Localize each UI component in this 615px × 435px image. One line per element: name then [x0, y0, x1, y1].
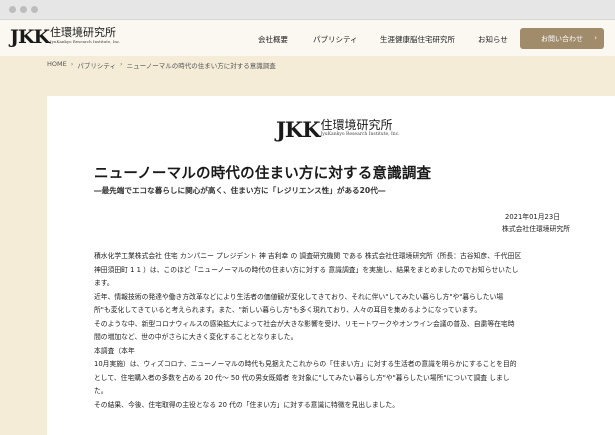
nav-company[interactable]: 会社概要 [258, 34, 288, 45]
browser-window: JKK 住環境研究所 JyuKankyo Research Institute,… [0, 0, 615, 435]
window-close-dot[interactable] [9, 6, 16, 13]
article-logo-company-name: 住環境研究所 [320, 118, 393, 132]
logo-mark: JKK [10, 26, 50, 48]
article-logo: JKK 住環境研究所 JyuKankyo Research Institute,… [276, 118, 400, 142]
nav-brain-health-lab[interactable]: 生涯健康脳住宅研究所 [380, 34, 455, 45]
body-line: た。 [94, 387, 108, 395]
body-line: 所"も変化してきていると考えられます。また、"新しい暮らし方"も多く現れており、… [94, 306, 482, 314]
chevron-right-icon: › [594, 34, 597, 42]
article-logo-mark: JKK [276, 117, 320, 142]
breadcrumb-current: ニューノーマルの時代の住まい方に対する意識調査 [126, 62, 276, 70]
article-date: 2021年01月23日 [505, 213, 560, 221]
body-line: 本調査（本年 [94, 346, 135, 355]
chevron-right-icon: › [70, 60, 74, 68]
body-line: として、住宅購入者の多数を占める 20 代～ 50 代の男女既婚者 を対象に"し… [94, 373, 510, 382]
breadcrumb: HOME › パブリシティ › ニューノーマルの時代の住まい方に対する意識調査 [47, 60, 276, 70]
logo-company-name: 住環境研究所 [50, 26, 117, 39]
breadcrumb-publicity[interactable]: パブリシティ [77, 60, 116, 70]
contact-button[interactable]: お問い合わせ › [520, 28, 604, 49]
body-line: 神田須田町 1 1 ）は、このほど「ニューノーマルの時代の住まい方に対する 意識… [94, 265, 519, 274]
article-card: JKK 住環境研究所 JyuKankyo Research Institute,… [47, 96, 615, 435]
article-organization: 株式会社住環境研究所 [502, 225, 570, 233]
article-body: 積水化学工業株式会社 住宅 カンパニー プレジデント 神 吉利幸 の 調査研究機… [94, 250, 584, 412]
nav-publicity[interactable]: パブリシティ [313, 34, 358, 45]
chevron-right-icon: › [119, 60, 123, 68]
body-line: 間の増加など、世の中がさらに大きく変化することとなりました。 [94, 333, 298, 341]
window-minimize-dot[interactable] [20, 6, 27, 13]
body-line: その結果、今後、住宅取得の主役となる 20 代の「住まい方」に対する意識に特徴を… [94, 400, 400, 409]
article-title: ニューノーマルの時代の住まい方に対する意識調査 [94, 166, 432, 182]
article-subtitle: ―最先端でエコな暮らしに関心が高く、住まい方に「レジリエンス性」がある20代― [94, 186, 386, 195]
contact-button-label: お問い合わせ [541, 34, 583, 43]
logo-english-name: JyuKankyo Research Institute, Inc. [50, 39, 121, 44]
nav-news[interactable]: お知らせ [478, 34, 508, 45]
site-header: JKK 住環境研究所 JyuKankyo Research Institute,… [0, 20, 615, 56]
body-line: そのような中、新型コロナウィルスの感染拡大によって社会が大きな影響を受け、リモー… [94, 319, 515, 328]
site-logo[interactable]: JKK 住環境研究所 JyuKankyo Research Institute,… [10, 26, 120, 48]
body-line: ます。 [94, 279, 114, 287]
window-maximize-dot[interactable] [31, 6, 38, 13]
body-line: 近年、情報技術の発達や働き方改革などにより生活者の価値観が変化してきており、それ… [94, 292, 504, 301]
article-logo-english-name: JyuKankyo Research Institute, Inc. [320, 132, 400, 137]
body-line: 積水化学工業株式会社 住宅 カンパニー プレジデント 神 吉利幸 の 調査研究機… [94, 252, 522, 260]
body-line: 10月実施）は、ウィズコロナ、ニューノーマルの時代も見据えたこれからの「住まい方… [94, 360, 517, 368]
window-titlebar [0, 0, 615, 20]
breadcrumb-home[interactable]: HOME [47, 60, 67, 70]
